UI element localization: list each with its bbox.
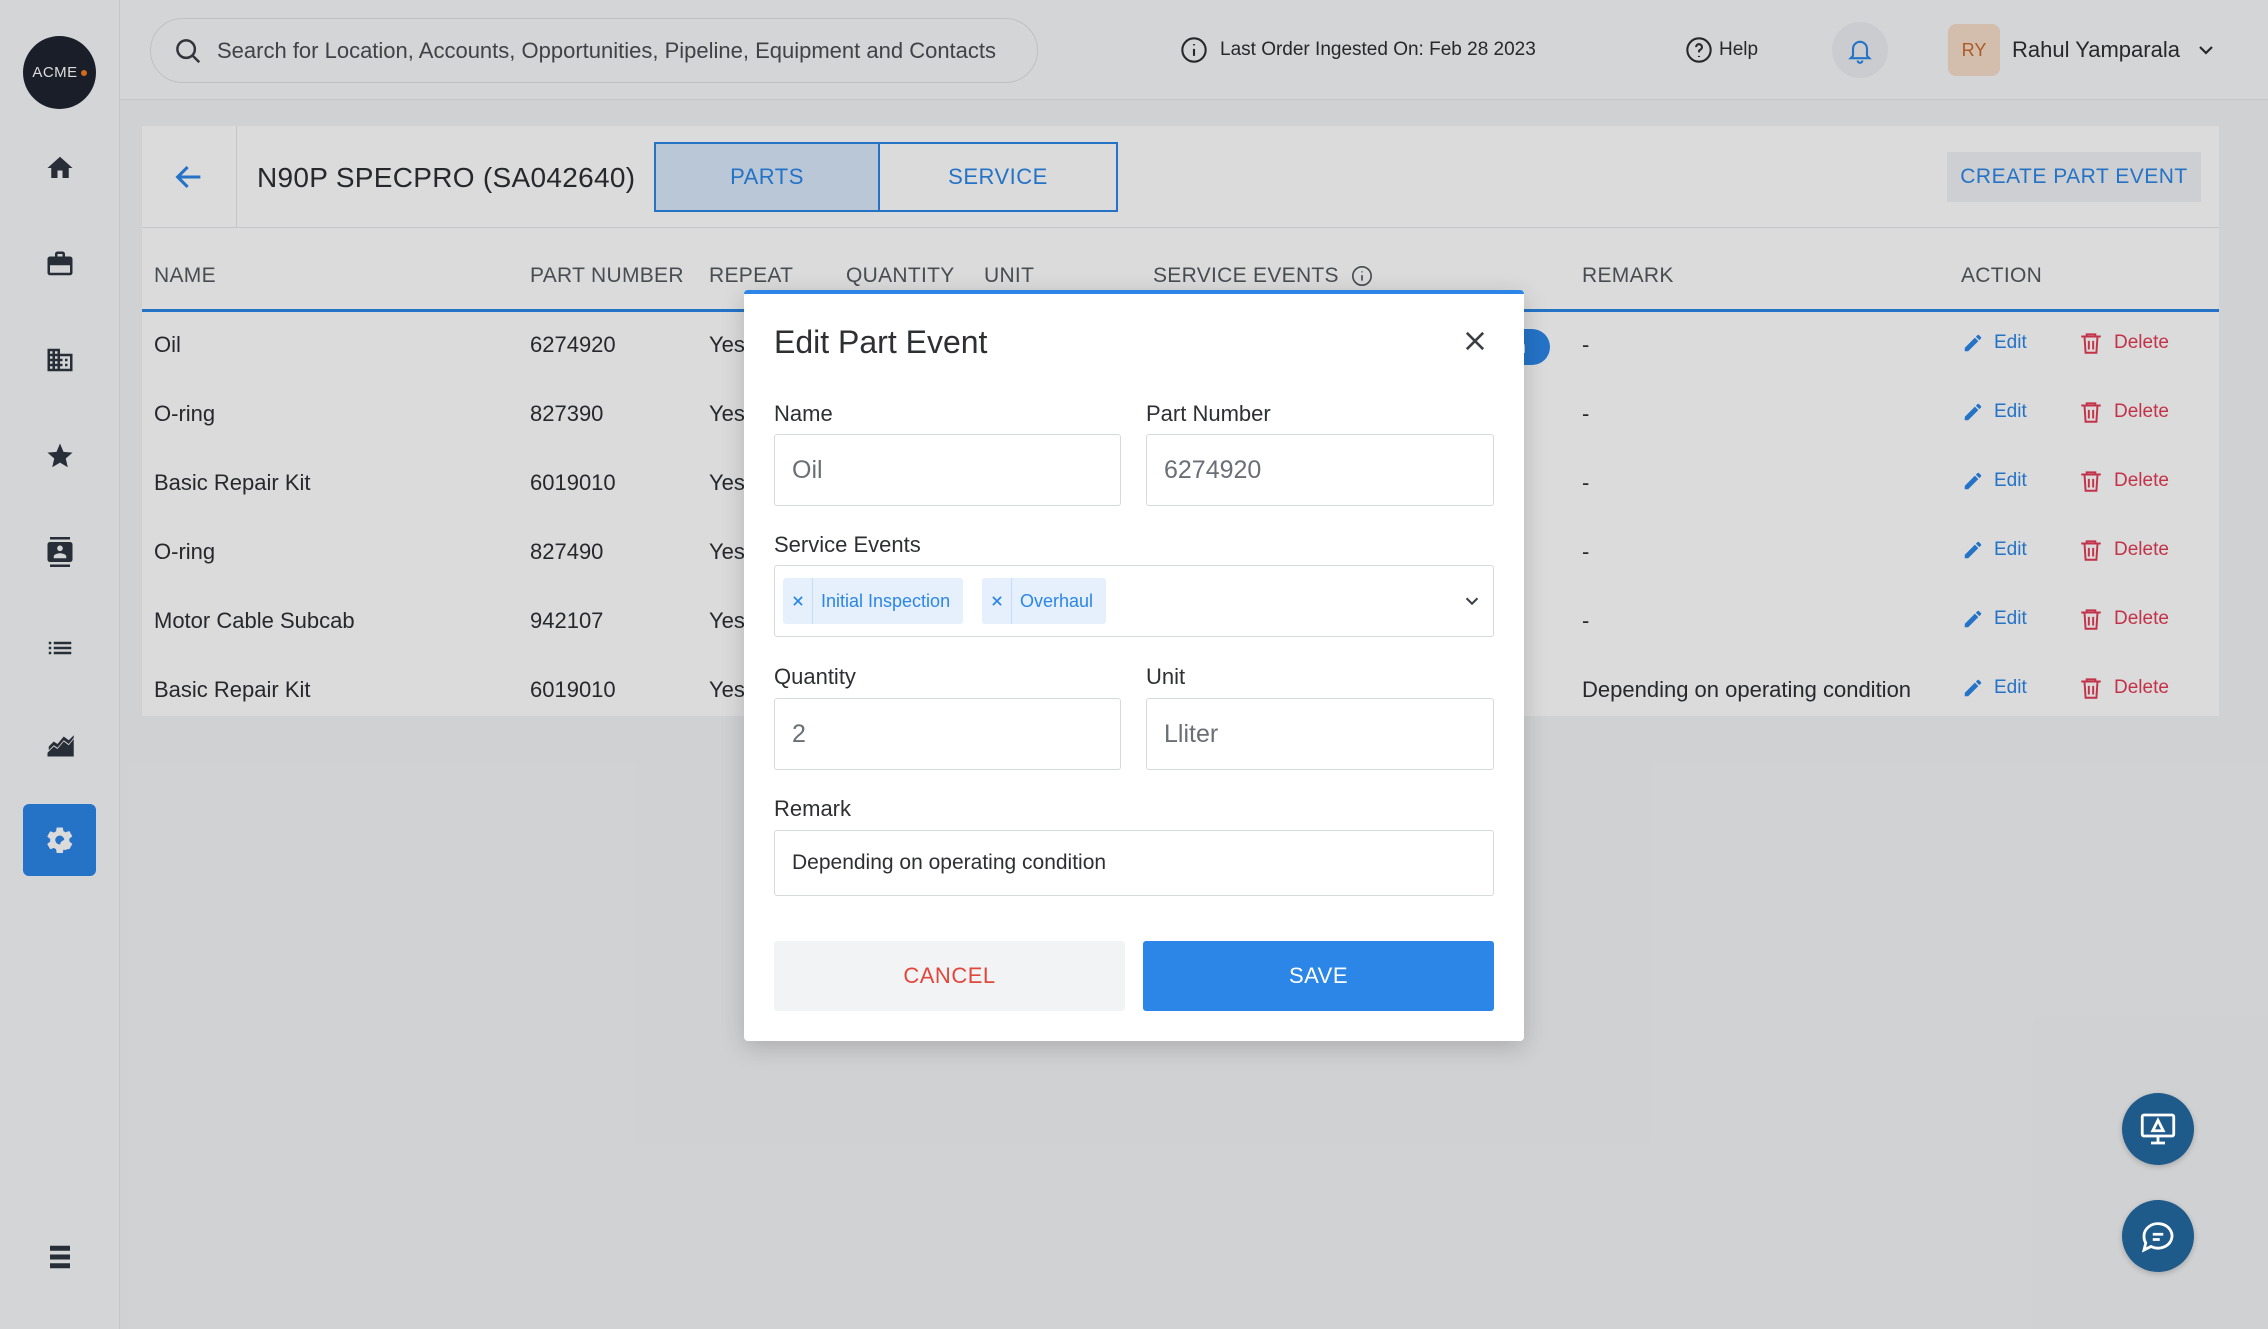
service-events-select[interactable]: Initial Inspection Overhaul	[774, 565, 1494, 637]
modal-title: Edit Part Event	[774, 324, 988, 360]
monitor-alert-icon	[2140, 1113, 2176, 1145]
close-icon	[1465, 331, 1485, 351]
remove-chip-button[interactable]	[783, 578, 813, 624]
unit-label: Unit	[1146, 664, 1186, 689]
name-label: Name	[774, 401, 833, 426]
unit-field[interactable]	[1146, 698, 1494, 770]
part-number-label: Part Number	[1146, 401, 1271, 426]
chip-overhaul: Overhaul	[982, 578, 1107, 624]
part-number-field[interactable]	[1146, 434, 1494, 506]
edit-part-event-modal: Edit Part Event Name Part Number Service…	[744, 290, 1524, 1041]
chip-label: Overhaul	[1020, 590, 1094, 611]
name-field[interactable]	[774, 434, 1121, 506]
chevron-down-icon[interactable]	[1461, 590, 1483, 612]
close-icon	[792, 596, 803, 606]
cancel-button[interactable]: CANCEL	[774, 941, 1125, 1011]
chat-icon	[2141, 1222, 2174, 1253]
quantity-field[interactable]	[774, 698, 1121, 770]
chat-button[interactable]	[2122, 1200, 2194, 1272]
quantity-label: Quantity	[774, 664, 856, 689]
close-button[interactable]	[1458, 324, 1492, 358]
save-button[interactable]: SAVE	[1143, 941, 1494, 1011]
chip-label: Initial Inspection	[821, 590, 951, 611]
close-icon	[991, 596, 1002, 606]
service-events-label: Service Events	[774, 532, 921, 557]
remark-label: Remark	[774, 796, 852, 821]
chip-initial-inspection: Initial Inspection	[783, 578, 964, 624]
remark-field[interactable]	[774, 830, 1494, 896]
report-issue-button[interactable]	[2122, 1093, 2194, 1165]
remove-chip-button[interactable]	[982, 578, 1012, 624]
